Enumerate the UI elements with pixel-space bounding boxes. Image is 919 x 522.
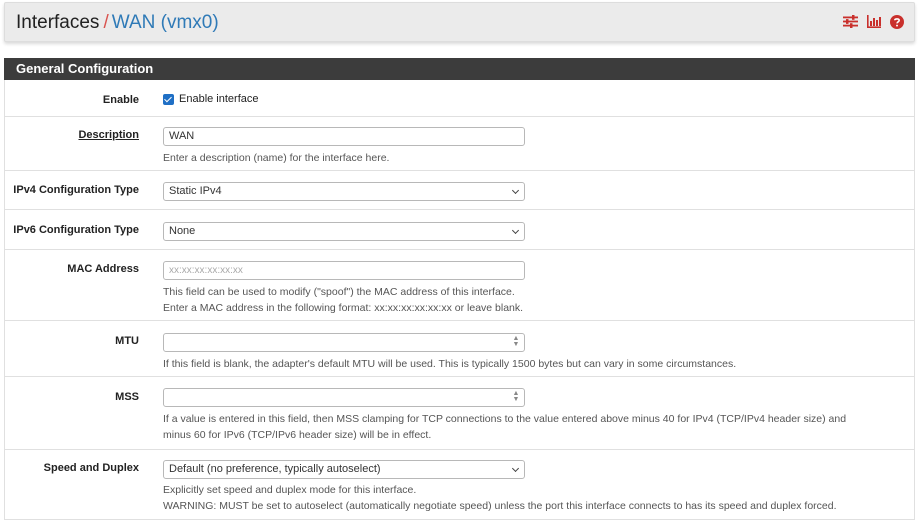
mac-address-row: MAC Address xx:xx:xx:xx:xx:xx This field… [4, 250, 915, 321]
header-icons [843, 15, 904, 29]
mtu-help: If this field is blank, the adapter's de… [163, 358, 737, 370]
ipv6-type-select[interactable]: None [163, 222, 525, 241]
bar-chart-icon[interactable] [867, 15, 881, 29]
breadcrumb-separator: / [103, 12, 109, 33]
description-label[interactable]: Description [78, 129, 139, 141]
ipv6-type-row: IPv6 Configuration Type None [4, 210, 915, 250]
mtu-row: MTU ▲ ▼ If this field is blank, the adapt… [4, 321, 915, 377]
speed-duplex-help-2: WARNING: MUST be set to autoselect (auto… [163, 500, 837, 512]
mac-address-help-1: This field can be used to modify ("spoof… [163, 286, 515, 298]
ipv4-type-label: IPv4 Configuration Type [13, 184, 139, 196]
mss-row: MSS ▲ ▼ If a value is entered in this fie… [4, 377, 915, 450]
enable-row: Enable Enable interface [4, 80, 915, 117]
mss-input[interactable]: ▲ ▼ [163, 388, 525, 407]
mtu-spinner-icon[interactable]: ▲ ▼ [511, 335, 521, 349]
panel-title: General Configuration [4, 58, 915, 80]
description-row: Description WAN Enter a description (nam… [4, 117, 915, 171]
description-input[interactable]: WAN [163, 127, 525, 146]
speed-duplex-select[interactable]: Default (no preference, typically autose… [163, 460, 525, 479]
speed-duplex-label: Speed and Duplex [43, 462, 139, 474]
breadcrumb: Interfaces / WAN (vmx0) [16, 12, 219, 34]
description-help: Enter a description (name) for the inter… [163, 152, 390, 164]
speed-duplex-row: Speed and Duplex Default (no preference,… [4, 450, 915, 520]
mac-address-label: MAC Address [67, 263, 139, 275]
ipv6-type-label: IPv6 Configuration Type [13, 224, 139, 236]
ipv4-type-select[interactable]: Static IPv4 [163, 182, 525, 201]
mac-address-help-2: Enter a MAC address in the following for… [163, 302, 524, 314]
mtu-input[interactable]: ▲ ▼ [163, 333, 525, 352]
speed-duplex-help-1: Explicitly set speed and duplex mode for… [163, 484, 417, 496]
mtu-label: MTU [115, 335, 139, 347]
help-icon[interactable] [890, 15, 904, 29]
enable-checkbox[interactable] [163, 93, 174, 105]
page-header: Interfaces / WAN (vmx0) [4, 2, 915, 42]
ipv4-type-row: IPv4 Configuration Type Static IPv4 [4, 171, 915, 210]
breadcrumb-current[interactable]: WAN (vmx0) [112, 12, 219, 33]
sliders-icon[interactable] [843, 15, 858, 29]
enable-checkbox-wrapper[interactable]: Enable interface [163, 93, 259, 105]
mss-spinner-icon[interactable]: ▲ ▼ [511, 390, 521, 404]
mss-help-1: If a value is entered in this field, the… [163, 413, 847, 425]
enable-checkbox-label[interactable]: Enable interface [179, 93, 259, 105]
mss-help-2: minus 60 for IPv6 (TCP/IPv6 header size)… [163, 429, 432, 441]
breadcrumb-interfaces-link[interactable]: Interfaces [16, 12, 99, 33]
mss-label: MSS [115, 391, 139, 403]
mac-address-input[interactable]: xx:xx:xx:xx:xx:xx [163, 261, 525, 280]
enable-label: Enable [102, 94, 139, 106]
